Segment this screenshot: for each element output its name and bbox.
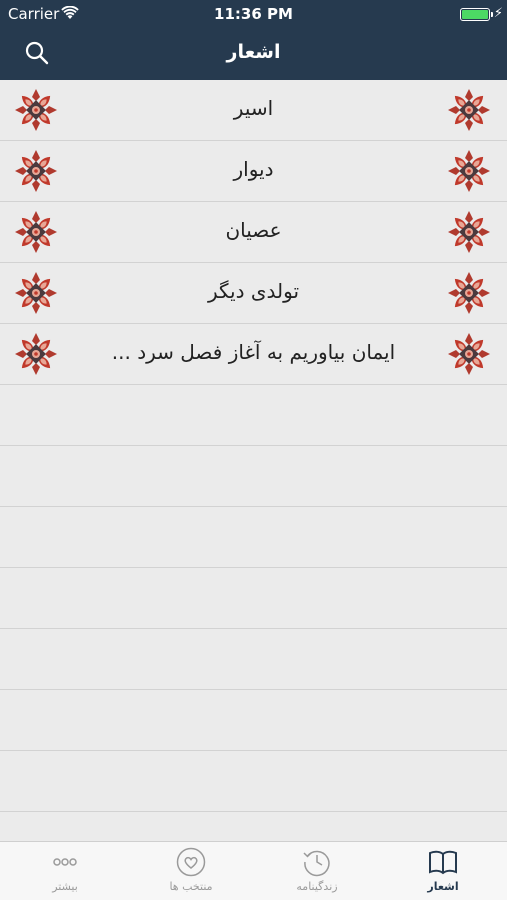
tab-label: بیشتر	[52, 880, 78, 893]
poem-title: اسیر	[233, 96, 274, 120]
tab-label: اشعار	[427, 880, 459, 893]
poem-row[interactable]: ایمان بیاوریم به آغاز فصل سرد ...	[0, 324, 507, 385]
tab-poems[interactable]: اشعار	[380, 842, 506, 900]
ornament-icon	[446, 148, 492, 194]
tab-more[interactable]: بیشتر	[2, 842, 128, 900]
tab-bar: بیشتر منتخب ها زندگینامه اشعار	[0, 841, 507, 900]
poem-row[interactable]: تولدی دیگر	[0, 263, 507, 324]
empty-row	[0, 690, 507, 751]
heart-icon	[176, 847, 206, 877]
tab-biography[interactable]: زندگینامه	[254, 842, 380, 900]
poem-title: عصیان	[225, 218, 282, 242]
ornament-icon	[446, 270, 492, 316]
empty-row	[0, 629, 507, 690]
battery-level	[462, 10, 488, 19]
empty-row	[0, 446, 507, 507]
poem-row[interactable]: دیوار	[0, 141, 507, 202]
ornament-icon	[13, 148, 59, 194]
page-title: اشعار	[226, 41, 281, 63]
open-book-icon	[429, 850, 457, 875]
ornament-icon	[446, 331, 492, 377]
ornament-icon	[446, 87, 492, 133]
empty-row	[0, 751, 507, 812]
more-dots-icon	[53, 858, 77, 866]
ornament-icon	[13, 209, 59, 255]
battery-tip	[491, 12, 493, 17]
clock: 11:36 PM	[214, 5, 293, 23]
empty-row	[0, 812, 507, 841]
poem-list[interactable]: اسیر دیوار عصیان تولدی دیگر ایمان بیاوری…	[0, 80, 507, 841]
navigation-bar: اشعار	[0, 28, 507, 80]
poem-title: دیوار	[233, 157, 274, 181]
status-bar: Carrier 11:36 PM ⚡	[0, 0, 507, 28]
empty-row	[0, 385, 507, 446]
battery-icon	[460, 8, 490, 21]
poem-title: ایمان بیاوریم به آغاز فصل سرد ...	[111, 340, 396, 364]
poem-row[interactable]: عصیان	[0, 202, 507, 263]
ornament-icon	[446, 209, 492, 255]
charging-bolt-icon: ⚡	[493, 6, 503, 21]
tab-label: زندگینامه	[296, 880, 338, 893]
ornament-icon	[13, 270, 59, 316]
ornament-icon	[13, 87, 59, 133]
empty-row	[0, 568, 507, 629]
tab-favorites[interactable]: منتخب ها	[128, 842, 254, 900]
history-clock-icon	[303, 850, 330, 877]
tab-label: منتخب ها	[169, 880, 213, 893]
empty-row	[0, 507, 507, 568]
ornament-icon	[13, 331, 59, 377]
poem-row[interactable]: اسیر	[0, 80, 507, 141]
poem-title: تولدی دیگر	[207, 279, 300, 303]
